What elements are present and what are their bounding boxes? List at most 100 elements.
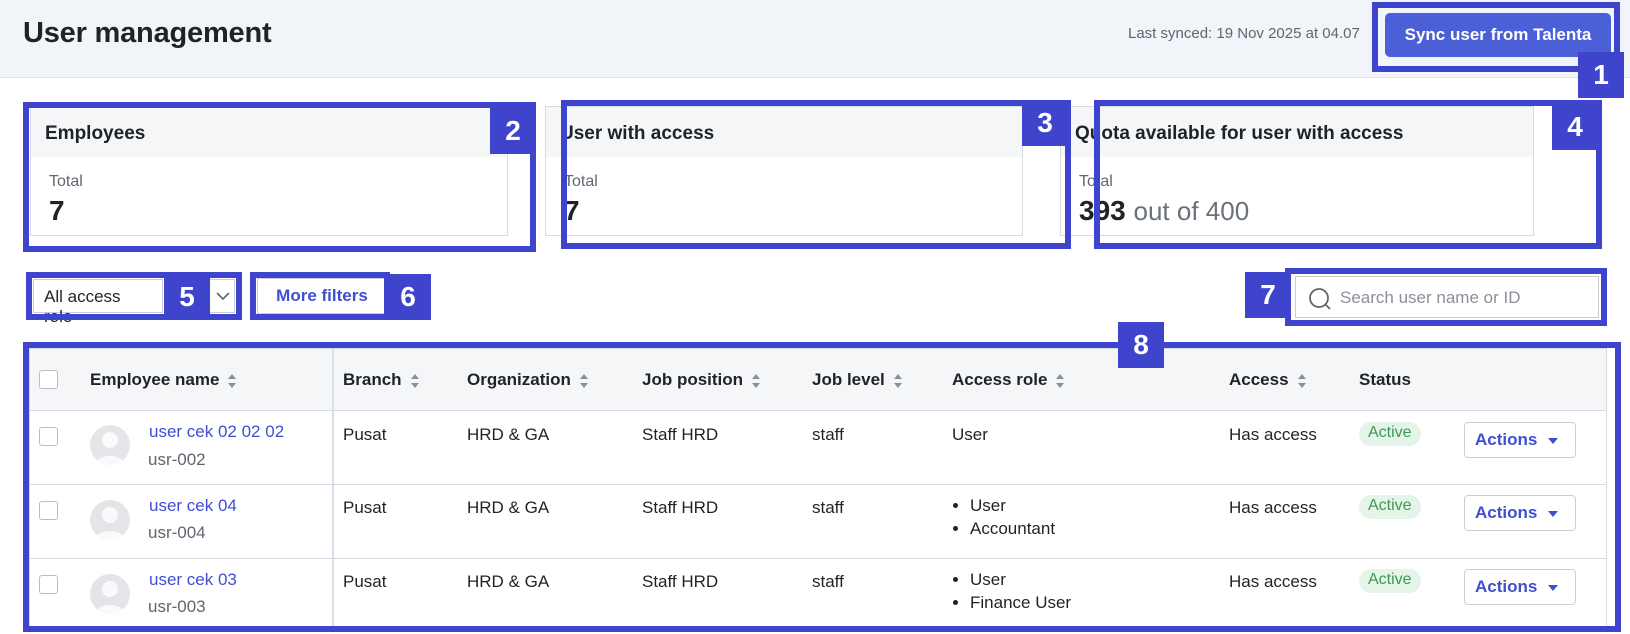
access-role-item: User: [970, 494, 1055, 517]
access-role-item: Finance User: [970, 591, 1071, 614]
search-input[interactable]: [1340, 283, 1592, 313]
column-status: Status: [1359, 370, 1411, 390]
column-employee-name[interactable]: Employee name: [90, 370, 237, 390]
table-row[interactable]: user cek 04 usr-004 Pusat HRD & GA Staff…: [30, 485, 1606, 559]
access-role-select[interactable]: All access role: [33, 279, 163, 326]
status-badge: Active: [1359, 422, 1421, 446]
chevron-down-icon: [216, 292, 230, 301]
avatar: [90, 500, 130, 540]
column-branch[interactable]: Branch: [343, 370, 420, 390]
employee-id: usr-004: [148, 523, 206, 542]
quota-limit-text: out of 400: [1133, 196, 1250, 226]
search-box[interactable]: [1295, 276, 1599, 318]
quota-used-value: 393: [1079, 195, 1126, 226]
row-checkbox[interactable]: [39, 427, 58, 446]
search-icon: [1309, 288, 1331, 310]
job-level-cell: staff: [812, 498, 844, 517]
user-placeholder-icon: [96, 507, 124, 540]
column-employee-name-label: Employee name: [90, 370, 220, 389]
access-role-cell: User: [952, 425, 988, 444]
caret-down-icon: [1548, 585, 1558, 591]
page-title: User management: [23, 17, 272, 49]
table-row[interactable]: user cek 02 02 02 usr-002 Pusat HRD & GA…: [30, 411, 1606, 485]
user-placeholder-icon: [96, 432, 124, 465]
sort-icon: [410, 373, 419, 388]
actions-button-label: Actions: [1475, 503, 1538, 522]
column-organization[interactable]: Organization: [467, 370, 589, 390]
column-job-level[interactable]: Job level: [812, 370, 903, 390]
more-filters-button[interactable]: More filters: [257, 278, 387, 314]
organization-cell: HRD & GA: [467, 572, 550, 591]
access-role-item: Accountant: [970, 517, 1055, 540]
access-role-list: User Finance User: [952, 568, 1071, 614]
annotation-badge-1: 1: [1578, 52, 1624, 98]
access-cell: Has access: [1229, 572, 1317, 591]
column-access-role[interactable]: Access role: [952, 370, 1065, 390]
job-position-cell: Staff HRD: [642, 425, 719, 444]
row-checkbox[interactable]: [39, 575, 58, 594]
column-access[interactable]: Access: [1229, 370, 1307, 390]
annotation-badge-3: 3: [1022, 100, 1068, 146]
column-organization-label: Organization: [467, 370, 571, 389]
annotation-badge-5: 5: [164, 274, 210, 320]
sort-icon: [752, 373, 761, 388]
column-status-label: Status: [1359, 370, 1411, 389]
quota-card: Quota available for user with access Tot…: [1060, 106, 1534, 236]
avatar: [90, 574, 130, 614]
quota-card-title: Quota available for user with access: [1061, 107, 1533, 157]
employee-name-link[interactable]: user cek 04: [149, 496, 237, 516]
job-level-cell: staff: [812, 572, 844, 591]
employee-name-link[interactable]: user cek 03: [149, 570, 237, 590]
job-position-cell: Staff HRD: [642, 572, 719, 591]
column-job-position[interactable]: Job position: [642, 370, 761, 390]
organization-cell: HRD & GA: [467, 425, 550, 444]
actions-button-label: Actions: [1475, 430, 1538, 449]
table-header: Employee name Branch Organization Job po…: [30, 349, 1606, 411]
job-position-cell: Staff HRD: [642, 498, 719, 517]
select-all-checkbox[interactable]: [39, 370, 58, 389]
actions-button[interactable]: Actions: [1464, 569, 1576, 605]
table-row[interactable]: user cek 03 usr-003 Pusat HRD & GA Staff…: [30, 559, 1606, 629]
job-level-cell: staff: [812, 425, 844, 444]
users-table: Employee name Branch Organization Job po…: [29, 348, 1607, 630]
user-with-access-card: User with access Total 7: [545, 106, 1023, 236]
actions-button[interactable]: Actions: [1464, 495, 1576, 531]
branch-cell: Pusat: [343, 572, 387, 591]
actions-button-label: Actions: [1475, 577, 1538, 596]
access-role-list: User Accountant: [952, 494, 1055, 540]
user-with-access-total-value: 7: [564, 195, 580, 226]
column-access-role-label: Access role: [952, 370, 1048, 389]
user-with-access-total-label: Total: [564, 173, 598, 190]
status-badge: Active: [1359, 569, 1421, 593]
quota-total-label: Total: [1079, 173, 1113, 190]
last-synced-text: Last synced: 19 Nov 2025 at 04.07: [1128, 25, 1360, 42]
employees-total-label: Total: [49, 173, 83, 190]
user-placeholder-icon: [96, 581, 124, 614]
page-header: User management Last synced: 19 Nov 2025…: [0, 0, 1630, 78]
branch-cell: Pusat: [343, 425, 387, 444]
access-role-dropdown-toggle[interactable]: [209, 279, 235, 313]
annotation-badge-6: 6: [385, 274, 431, 320]
avatar: [90, 425, 130, 465]
row-checkbox[interactable]: [39, 501, 58, 520]
employee-id: usr-002: [148, 450, 206, 469]
employee-name-link[interactable]: user cek 02 02 02: [149, 422, 284, 442]
column-access-label: Access: [1229, 370, 1289, 389]
column-job-position-label: Job position: [642, 370, 744, 389]
column-job-level-label: Job level: [812, 370, 885, 389]
sort-icon: [1297, 373, 1306, 388]
access-cell: Has access: [1229, 425, 1317, 444]
quota-total-value: 393 out of 400: [1079, 195, 1515, 227]
caret-down-icon: [1548, 438, 1558, 444]
annotation-badge-4: 4: [1552, 104, 1598, 150]
employees-card-title: Employees: [31, 107, 507, 157]
employees-total-value: 7: [49, 195, 65, 226]
column-branch-label: Branch: [343, 370, 402, 389]
sort-icon: [579, 373, 588, 388]
employee-id: usr-003: [148, 597, 206, 616]
status-badge: Active: [1359, 495, 1421, 519]
sort-icon: [893, 373, 902, 388]
annotation-badge-8: 8: [1118, 322, 1164, 368]
sync-user-button[interactable]: Sync user from Talenta: [1385, 13, 1611, 57]
actions-button[interactable]: Actions: [1464, 422, 1576, 458]
